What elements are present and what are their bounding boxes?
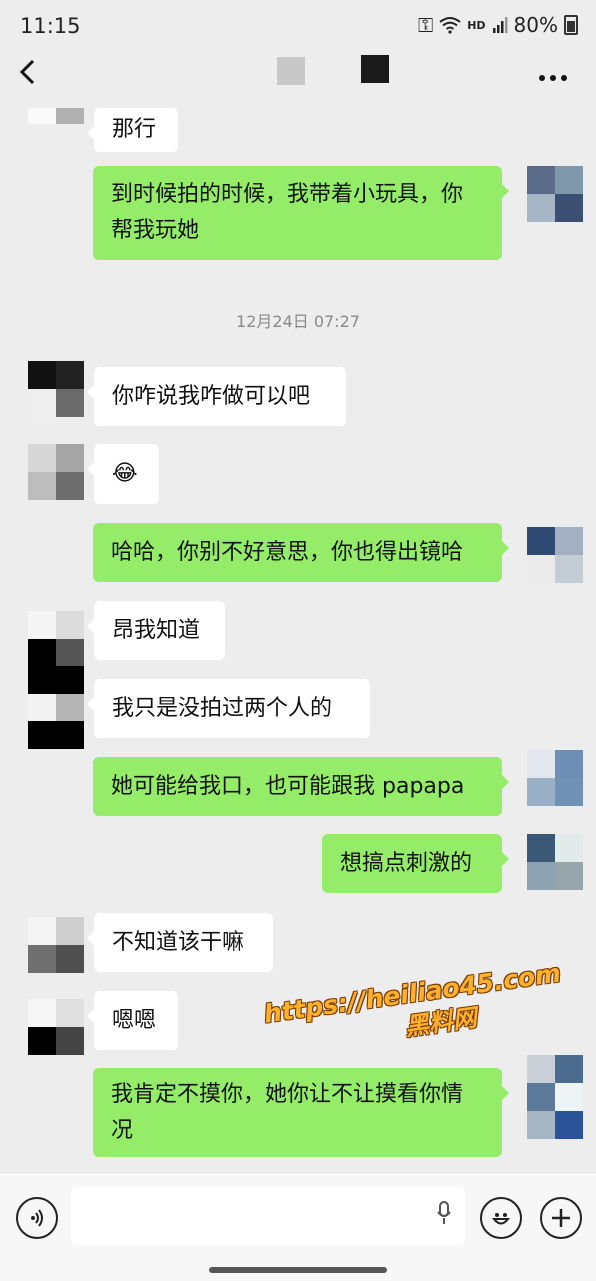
- message-text: 她可能给我口，也可能跟我 papapa: [111, 773, 465, 799]
- incoming-message[interactable]: 你咋说我咋做可以吧: [87, 367, 346, 426]
- outgoing-message[interactable]: 到时候拍的时候，我带着小玩具，你帮我玩她: [93, 166, 509, 260]
- incoming-message[interactable]: 我只是没拍过两个人的: [87, 679, 370, 738]
- mic-icon[interactable]: [437, 1201, 451, 1225]
- chat-timestamp: 12月24日 07:27: [236, 312, 360, 331]
- message-text: 我肯定不摸你，她你让不让摸看你情况: [111, 1081, 464, 1143]
- redacted-title-block: [361, 55, 389, 83]
- emoji-icon: [491, 1213, 511, 1225]
- incoming-message[interactable]: 昂我知道: [87, 601, 225, 660]
- battery-text: 80%: [513, 13, 558, 37]
- contact-avatar[interactable]: [28, 444, 84, 500]
- message-text: 我只是没拍过两个人的: [112, 695, 333, 721]
- redacted-title-block: [277, 57, 305, 85]
- input-bar: [0, 1172, 596, 1281]
- message-text: 不知道该干嘛: [112, 929, 245, 955]
- incoming-message[interactable]: 那行: [87, 108, 178, 152]
- emoji-button[interactable]: [480, 1197, 522, 1239]
- outgoing-message[interactable]: 她可能给我口，也可能跟我 papapa: [93, 757, 509, 816]
- outgoing-message[interactable]: 我肯定不摸你，她你让不让摸看你情况: [93, 1068, 509, 1157]
- emoji-laugh-cry-icon: 😂: [112, 461, 138, 486]
- network-label: HD: [467, 18, 486, 32]
- status-bar: 11:15 ⚿ HD 80%: [0, 0, 596, 52]
- signal-icon: [492, 17, 508, 33]
- status-time: 11:15: [20, 14, 81, 38]
- chevron-left-icon: [19, 59, 35, 85]
- message-text: 你咋说我咋做可以吧: [112, 383, 311, 409]
- voice-icon: [31, 1209, 43, 1227]
- incoming-message[interactable]: 😂: [87, 444, 159, 504]
- contact-avatar[interactable]: [28, 611, 84, 749]
- battery-icon: [564, 15, 578, 35]
- contact-avatar[interactable]: [28, 361, 84, 417]
- contact-avatar[interactable]: [28, 999, 84, 1055]
- message-text: 嗯嗯: [112, 1007, 157, 1033]
- message-text: 哈哈，你别不好意思，你也得出镜哈: [111, 539, 464, 565]
- message-text: 想搞点刺激的: [340, 850, 473, 876]
- home-indicator[interactable]: [209, 1267, 387, 1273]
- message-text: 昂我知道: [112, 617, 201, 643]
- plus-icon: [552, 1209, 570, 1227]
- contact-avatar[interactable]: [28, 108, 84, 140]
- incoming-message[interactable]: 嗯嗯: [87, 991, 178, 1050]
- message-text: 那行: [112, 117, 157, 142]
- self-avatar[interactable]: [527, 527, 583, 583]
- self-avatar[interactable]: [527, 166, 583, 222]
- self-avatar[interactable]: [527, 834, 583, 890]
- wifi-icon: [439, 17, 461, 34]
- key-icon: ⚿: [417, 13, 434, 37]
- self-avatar[interactable]: [527, 1055, 583, 1139]
- self-avatar[interactable]: [527, 750, 583, 806]
- more-functions-button[interactable]: [540, 1197, 582, 1239]
- site-watermark: https://heiliao45.com 黑料网: [262, 958, 567, 1061]
- more-button[interactable]: [538, 58, 568, 88]
- incoming-message[interactable]: 不知道该干嘛: [87, 913, 273, 972]
- message-input[interactable]: [71, 1187, 465, 1245]
- contact-avatar[interactable]: [28, 917, 84, 973]
- message-text: 到时候拍的时候，我带着小玩具，你帮我玩她: [111, 182, 464, 243]
- more-dots-icon: [539, 75, 567, 81]
- outgoing-message[interactable]: 想搞点刺激的: [322, 834, 509, 893]
- voice-toggle-button[interactable]: [16, 1197, 58, 1239]
- outgoing-message[interactable]: 哈哈，你别不好意思，你也得出镜哈: [93, 523, 509, 582]
- status-icons: ⚿ HD 80%: [418, 13, 578, 37]
- back-button[interactable]: [18, 58, 36, 92]
